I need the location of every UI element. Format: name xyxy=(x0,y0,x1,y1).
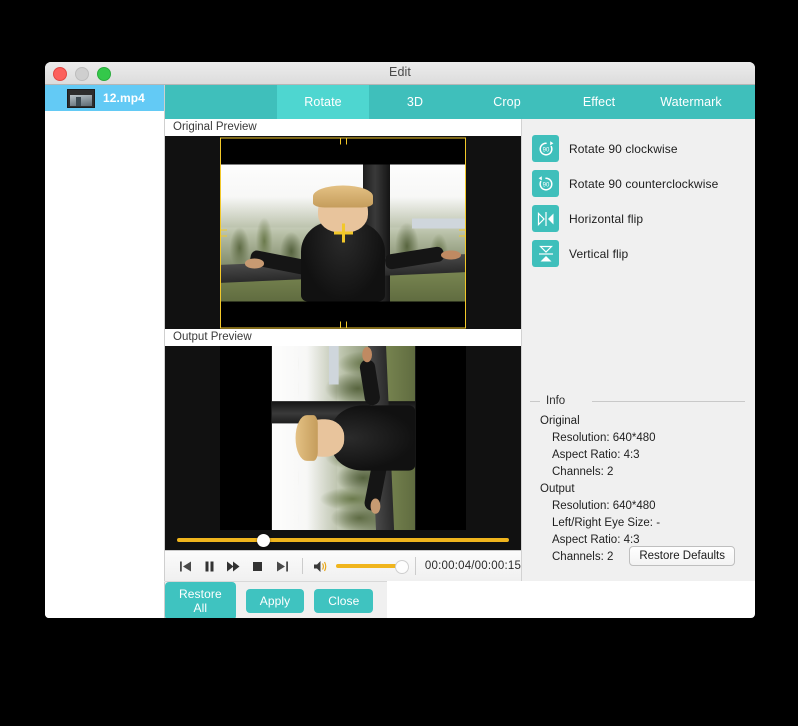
info-output-resolution: Resolution: 640*480 xyxy=(552,500,656,512)
subject-right-hand xyxy=(361,346,372,362)
footer-left-spacer xyxy=(45,581,165,618)
next-button[interactable] xyxy=(270,554,294,578)
resize-handle-top-left[interactable] xyxy=(220,137,227,144)
subject-body xyxy=(331,405,415,471)
resize-handle-bottom-right[interactable] xyxy=(459,321,466,328)
window-title: Edit xyxy=(389,65,411,79)
subject-right-hand xyxy=(441,250,462,260)
subject-hair xyxy=(313,185,373,208)
info-output-heading: Output xyxy=(540,483,575,495)
info-legend: Info xyxy=(530,395,745,411)
subject-hair xyxy=(294,415,318,461)
svg-text:90: 90 xyxy=(542,147,549,153)
close-button[interactable]: Close xyxy=(314,589,374,613)
vertical-flip-label: Vertical flip xyxy=(569,246,629,261)
rotate-90-counterclockwise-option[interactable]: 90 Rotate 90 counterclockwise xyxy=(532,166,755,201)
work-area: Rotate 3D Crop Effect Watermark Original… xyxy=(165,85,755,581)
output-rotated-image xyxy=(271,346,415,530)
rotate-90-clockwise-option[interactable]: 90 Rotate 90 clockwise xyxy=(532,131,755,166)
timeline-track[interactable] xyxy=(177,533,509,547)
horizontal-flip-icon xyxy=(532,205,559,232)
apply-button[interactable]: Apply xyxy=(245,589,305,613)
original-video-frame xyxy=(220,137,466,328)
horizontal-flip-label: Horizontal flip xyxy=(569,211,644,226)
video-image xyxy=(220,164,466,301)
svg-text:90: 90 xyxy=(542,182,549,188)
volume-knob[interactable] xyxy=(394,560,409,574)
timeline-bar[interactable] xyxy=(165,530,521,550)
scene-water xyxy=(328,346,339,385)
output-preview-label: Output Preview xyxy=(165,329,521,346)
scene-water xyxy=(411,218,466,229)
resize-handle-bottom-center[interactable] xyxy=(339,321,347,328)
info-original-channels: Channels: 2 xyxy=(552,466,614,478)
info-body: Original Resolution: 640*480 Aspect Rati… xyxy=(530,411,745,566)
rotate-clockwise-icon: 90 xyxy=(532,135,559,162)
resize-handle-top-right[interactable] xyxy=(459,137,466,144)
footer-row: Restore All Apply Close xyxy=(45,581,755,618)
restore-all-button[interactable]: Restore All xyxy=(165,582,236,618)
info-original-heading: Original xyxy=(540,415,580,427)
info-rule-left xyxy=(530,401,540,402)
tab-3d[interactable]: 3D xyxy=(369,85,461,119)
info-original-aspect-ratio: Aspect Ratio: 4:3 xyxy=(552,449,640,461)
output-video-frame xyxy=(220,346,466,530)
vertical-flip-option[interactable]: Vertical flip xyxy=(532,236,755,271)
pause-button[interactable] xyxy=(197,554,221,578)
tab-crop[interactable]: Crop xyxy=(461,85,553,119)
horizontal-flip-option[interactable]: Horizontal flip xyxy=(532,201,755,236)
timeline-playhead[interactable] xyxy=(256,533,270,547)
action-bar: Restore All Apply Close xyxy=(165,581,388,618)
output-preview-stage xyxy=(165,346,521,530)
transport-controls: 00:00:04/00:00:15 xyxy=(165,550,521,581)
restore-defaults-wrap: Restore Defaults xyxy=(629,546,735,566)
info-original-resolution: Resolution: 640*480 xyxy=(552,432,656,444)
options-panel: 90 Rotate 90 clockwise 90 Rotate 90 coun… xyxy=(522,119,755,581)
tab-bar-spacer xyxy=(165,85,277,119)
original-preview-stage[interactable] xyxy=(165,136,521,329)
tab-watermark[interactable]: Watermark xyxy=(645,85,737,119)
previous-button[interactable] xyxy=(173,554,197,578)
video-thumbnail-icon xyxy=(67,88,95,108)
file-list: 12.mp4 xyxy=(45,85,165,581)
timecode-label: 00:00:04/00:00:15 xyxy=(424,560,522,572)
info-output-eye-size: Left/Right Eye Size: - xyxy=(552,517,661,529)
rotate-counterclockwise-icon: 90 xyxy=(532,170,559,197)
volume-slider[interactable] xyxy=(335,560,409,574)
timecode-divider xyxy=(414,557,416,575)
info-group: Info Original Resolution: 640*480 Aspect… xyxy=(530,395,745,566)
transport-divider xyxy=(302,558,304,574)
info-legend-label: Info xyxy=(542,395,570,407)
resize-handle-bottom-left[interactable] xyxy=(220,321,227,328)
rotate-counterclockwise-label: Rotate 90 counterclockwise xyxy=(569,176,719,191)
list-item[interactable]: 12.mp4 xyxy=(45,85,164,111)
rotate-clockwise-label: Rotate 90 clockwise xyxy=(569,141,678,156)
tab-effect[interactable]: Effect xyxy=(553,85,645,119)
edit-window: Edit 12.mp4 Rotate 3D Crop Effect Waterm… xyxy=(45,62,755,618)
tab-bar: Rotate 3D Crop Effect Watermark xyxy=(165,85,755,119)
title-bar: Edit xyxy=(45,62,755,85)
original-preview-label: Original Preview xyxy=(165,119,521,136)
rotate-options-list: 90 Rotate 90 clockwise 90 Rotate 90 coun… xyxy=(522,119,755,271)
vertical-flip-icon xyxy=(532,240,559,267)
file-name-label: 12.mp4 xyxy=(103,91,145,105)
video-image-rotated xyxy=(271,346,415,530)
stop-button[interactable] xyxy=(246,554,270,578)
resize-handle-top-center[interactable] xyxy=(339,137,347,144)
tab-rotate[interactable]: Rotate xyxy=(277,85,369,119)
fast-forward-button[interactable] xyxy=(222,554,246,578)
volume-icon[interactable] xyxy=(311,556,330,576)
preview-column: Original Preview Output Preview 00:00:04… xyxy=(165,119,522,581)
restore-defaults-button[interactable]: Restore Defaults xyxy=(629,546,735,566)
info-rule-right xyxy=(592,401,745,402)
subject-body xyxy=(301,221,385,301)
